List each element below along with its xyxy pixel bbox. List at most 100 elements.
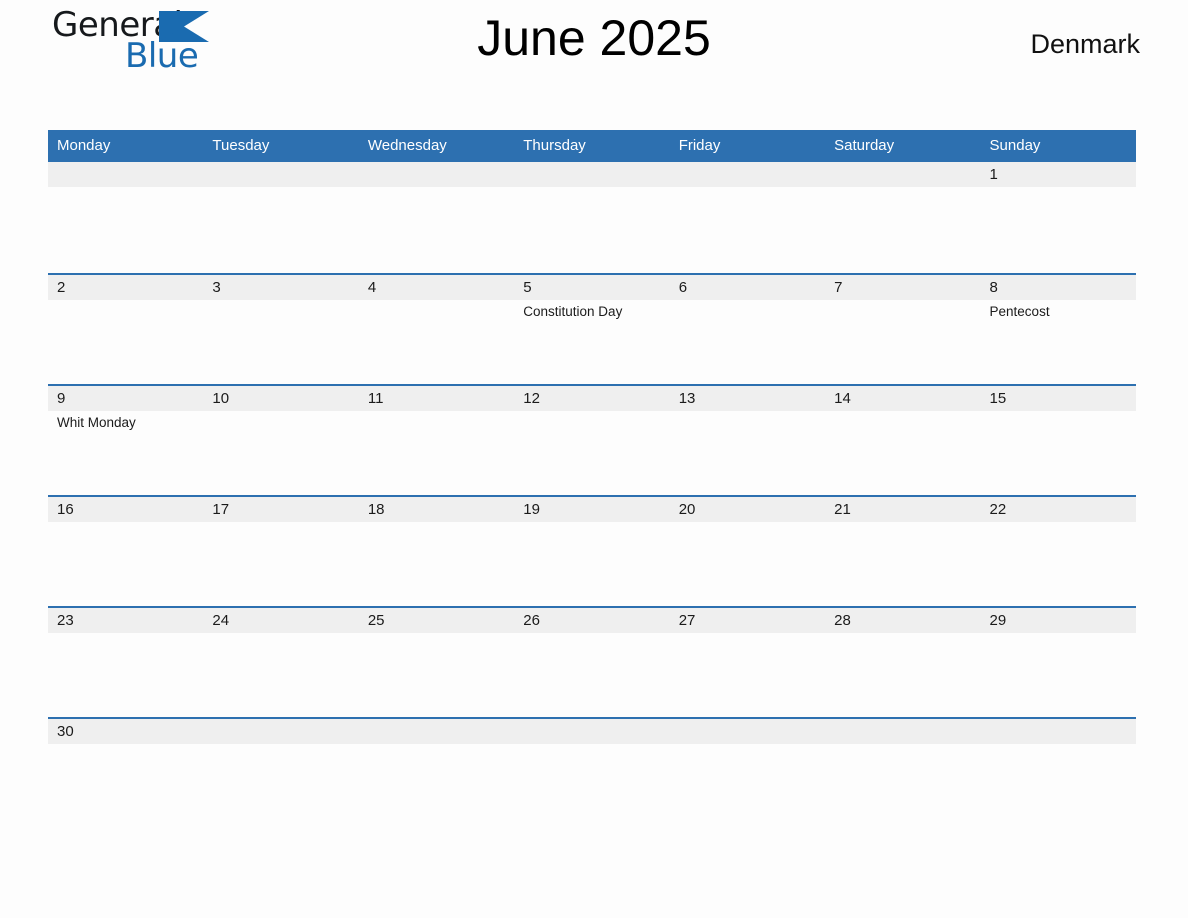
day-cell-12[interactable] (514, 411, 669, 495)
day-number-4[interactable]: 4 (359, 275, 514, 300)
weekday-header-wednesday: Wednesday (367, 137, 447, 154)
day-number-empty (359, 162, 514, 187)
day-cell-22[interactable] (981, 522, 1136, 606)
day-number-24[interactable]: 24 (203, 608, 358, 633)
day-cell-empty (825, 187, 980, 271)
day-number-15[interactable]: 15 (981, 386, 1136, 411)
day-number-1[interactable]: 1 (981, 162, 1136, 187)
day-cell-empty (514, 187, 669, 271)
day-number-empty (514, 162, 669, 187)
day-number-empty (981, 719, 1136, 744)
day-number-9[interactable]: 9 (48, 386, 203, 411)
weekday-header-friday: Friday (678, 137, 721, 154)
day-number-21[interactable]: 21 (825, 497, 980, 522)
date-number-band: 9 10 11 12 13 14 15 (48, 386, 1136, 411)
day-cell-24[interactable] (203, 633, 358, 717)
day-number-25[interactable]: 25 (359, 608, 514, 633)
day-cell-9[interactable]: Whit Monday (48, 411, 203, 495)
day-cell-20[interactable] (670, 522, 825, 606)
day-number-8[interactable]: 8 (981, 275, 1136, 300)
day-number-3[interactable]: 3 (203, 275, 358, 300)
calendar-week-row: 9 10 11 12 13 14 15 Whit Monday (48, 384, 1136, 495)
date-number-band: 2345678 (48, 275, 1136, 300)
day-cell-30[interactable] (48, 744, 203, 828)
day-cell-7[interactable] (825, 300, 980, 384)
day-number-5[interactable]: 5 (514, 275, 669, 300)
day-number-empty (825, 162, 980, 187)
date-number-band: 16 17 18 19 20 21 22 (48, 497, 1136, 522)
day-cell-1[interactable] (981, 187, 1136, 271)
day-cell-5[interactable]: Constitution Day (514, 300, 669, 384)
day-cell-2[interactable] (48, 300, 203, 384)
day-cell-29[interactable] (981, 633, 1136, 717)
day-cell-27[interactable] (670, 633, 825, 717)
day-cell-6[interactable] (670, 300, 825, 384)
day-cell-empty (359, 744, 514, 828)
holiday-event: Pentecost (989, 304, 1050, 319)
day-cell-empty (48, 187, 203, 271)
day-number-17[interactable]: 17 (203, 497, 358, 522)
calendar-grid: Monday Tuesday Wednesday Thursday Friday Satu… (48, 130, 1136, 828)
day-cell-empty (670, 744, 825, 828)
day-number-19[interactable]: 19 (514, 497, 669, 522)
day-number-2[interactable]: 2 (48, 275, 203, 300)
day-cell-28[interactable] (825, 633, 980, 717)
day-number-11[interactable]: 11 (359, 386, 514, 411)
day-cell-8[interactable]: Pentecost (981, 300, 1136, 384)
day-cell-10[interactable] (203, 411, 358, 495)
day-cell-18[interactable] (359, 522, 514, 606)
day-cell-15[interactable] (981, 411, 1136, 495)
day-cell-4[interactable] (359, 300, 514, 384)
day-number-30[interactable]: 30 (48, 719, 203, 744)
day-number-empty (670, 162, 825, 187)
day-number-empty (514, 719, 669, 744)
event-band: Constitution Day Pentecost (48, 300, 1136, 384)
page-header: General Blue June 2025 Denmark (48, 0, 1140, 86)
day-number-12[interactable]: 12 (514, 386, 669, 411)
day-cell-3[interactable] (203, 300, 358, 384)
day-cell-26[interactable] (514, 633, 669, 717)
day-number-16[interactable]: 16 (48, 497, 203, 522)
day-number-14[interactable]: 14 (825, 386, 980, 411)
day-number-29[interactable]: 29 (981, 608, 1136, 633)
day-number-18[interactable]: 18 (359, 497, 514, 522)
day-cell-empty (359, 187, 514, 271)
calendar-weeks: 1 2 3 4 5 6 7 8 Constitution Day Pentecost 9 10 11 12… (48, 162, 1136, 828)
day-cell-empty (825, 744, 980, 828)
event-band (48, 744, 1136, 828)
day-number-26[interactable]: 26 (514, 608, 669, 633)
country-label: Denmark (1030, 29, 1140, 59)
weekday-header-row: Monday Tuesday Wednesday Thursday Friday Satu… (48, 130, 1136, 162)
page-title: June 2025 (477, 10, 711, 66)
day-cell-14[interactable] (825, 411, 980, 495)
day-number-27[interactable]: 27 (670, 608, 825, 633)
date-number-band: 1 (48, 162, 1136, 187)
date-number-band: 30 (48, 719, 1136, 744)
day-cell-17[interactable] (203, 522, 358, 606)
day-cell-empty (670, 187, 825, 271)
day-cell-empty (514, 744, 669, 828)
day-cell-23[interactable] (48, 633, 203, 717)
calendar-week-row: 30 (48, 717, 1136, 828)
day-number-10[interactable]: 10 (203, 386, 358, 411)
weekday-header-sunday: Sunday (989, 137, 1041, 154)
day-number-13[interactable]: 13 (670, 386, 825, 411)
day-cell-19[interactable] (514, 522, 669, 606)
day-number-empty (203, 719, 358, 744)
day-number-empty (203, 162, 358, 187)
day-number-20[interactable]: 20 (670, 497, 825, 522)
day-number-7[interactable]: 7 (825, 275, 980, 300)
day-number-23[interactable]: 23 (48, 608, 203, 633)
day-number-6[interactable]: 6 (670, 275, 825, 300)
day-cell-13[interactable] (670, 411, 825, 495)
day-number-28[interactable]: 28 (825, 608, 980, 633)
weekday-header-saturday: Saturday (834, 137, 895, 154)
day-cell-25[interactable] (359, 633, 514, 717)
day-number-22[interactable]: 22 (981, 497, 1136, 522)
day-cell-11[interactable] (359, 411, 514, 495)
day-cell-empty (203, 187, 358, 271)
day-cell-16[interactable] (48, 522, 203, 606)
day-number-empty (359, 719, 514, 744)
day-number-empty (670, 719, 825, 744)
day-cell-21[interactable] (825, 522, 980, 606)
